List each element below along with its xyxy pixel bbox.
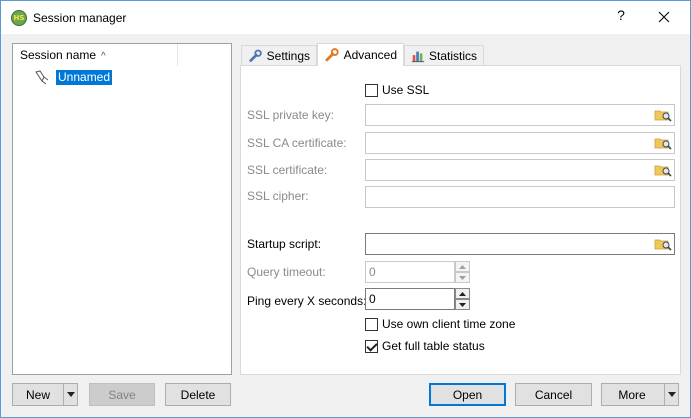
use-ssl-label: Use SSL (382, 83, 430, 97)
ping-interval-up-button[interactable] (455, 288, 470, 299)
query-timeout-spinner (455, 261, 470, 283)
tree-node-unnamed[interactable]: Unnamed (33, 69, 113, 85)
tab-settings[interactable]: Settings (241, 45, 317, 66)
wrench-orange-icon (325, 48, 339, 62)
full-table-status-label: Get full table status (382, 339, 485, 353)
save-button[interactable]: Save (89, 383, 155, 406)
tree-header: Session name ^ (13, 44, 231, 66)
query-timeout-field[interactable]: 0 (365, 261, 455, 283)
ping-interval-down-button[interactable] (455, 299, 470, 310)
tab-statistics[interactable]: Statistics (404, 45, 484, 66)
ping-interval-label: Ping every X seconds: (247, 294, 367, 308)
ssl-cipher-field[interactable] (365, 186, 675, 208)
chevron-down-icon (66, 392, 75, 397)
cancel-button-label: Cancel (534, 387, 573, 402)
bar-chart-icon (411, 51, 425, 63)
use-own-timezone-checkbox-box[interactable] (365, 317, 378, 331)
column-header-label: Session name (20, 48, 97, 62)
arrow-up-icon (459, 291, 466, 296)
session-plug-icon (35, 70, 49, 85)
open-button-label: Open (452, 387, 483, 402)
more-button-label: More (618, 387, 646, 402)
chevron-down-icon (667, 392, 676, 397)
tab-settings-label: Settings (266, 49, 310, 63)
help-button[interactable]: ? (613, 7, 629, 27)
query-timeout-up-button[interactable] (455, 261, 470, 272)
query-timeout-value: 0 (369, 265, 376, 279)
use-ssl-checkbox[interactable]: Use SSL (365, 83, 429, 97)
ssl-cipher-label: SSL cipher: (247, 189, 309, 203)
ssl-private-key-label: SSL private key: (247, 108, 334, 122)
delete-button-label: Delete (180, 387, 216, 402)
close-button[interactable] (649, 5, 679, 29)
title-bar: HS Session manager ? (1, 1, 690, 34)
heidisql-app-icon: HS (11, 10, 27, 26)
new-button[interactable]: New (12, 383, 78, 406)
startup-script-field[interactable] (365, 233, 675, 255)
full-table-status-checkbox-box[interactable] (365, 339, 378, 353)
open-button[interactable]: Open (429, 383, 506, 406)
query-timeout-down-button[interactable] (455, 272, 470, 283)
delete-button[interactable]: Delete (165, 383, 231, 406)
arrow-down-icon (459, 302, 466, 307)
session-tree[interactable]: Session name ^ Unnamed (12, 43, 232, 375)
query-timeout-label: Query timeout: (247, 265, 326, 279)
close-icon (658, 11, 670, 23)
arrow-down-icon (459, 275, 466, 280)
save-button-label: Save (108, 387, 136, 402)
tree-node-label: Unnamed (56, 69, 113, 85)
tab-advanced-label: Advanced (343, 48, 397, 62)
tab-statistics-label: Statistics (428, 49, 477, 63)
session-name-column-header[interactable]: Session name ^ (13, 44, 178, 66)
ping-interval-spinner (455, 288, 470, 310)
use-own-timezone-label: Use own client time zone (382, 317, 516, 331)
wrench-icon (249, 49, 262, 62)
use-own-timezone-checkbox[interactable]: Use own client time zone (365, 317, 515, 331)
ssl-private-key-field[interactable] (365, 104, 675, 126)
advanced-tab-panel: Use SSL SSL private key: SSL CA certific… (240, 65, 681, 375)
more-dropdown-button[interactable] (664, 384, 678, 405)
ping-interval-field[interactable]: 0 (365, 288, 455, 310)
browse-folder-icon[interactable] (654, 107, 672, 123)
startup-script-label: Startup script: (247, 237, 322, 251)
ssl-certificate-field[interactable] (365, 159, 675, 181)
browse-folder-icon[interactable] (654, 135, 672, 151)
ping-interval-value: 0 (369, 292, 376, 306)
cancel-button[interactable]: Cancel (515, 383, 592, 406)
browse-folder-icon[interactable] (654, 162, 672, 178)
more-button[interactable]: More (601, 383, 679, 406)
full-table-status-checkbox[interactable]: Get full table status (365, 339, 485, 353)
session-manager-window: HS Session manager ? Session name ^ Unnam… (0, 0, 691, 418)
ssl-ca-certificate-field[interactable] (365, 132, 675, 154)
tab-advanced[interactable]: Advanced (317, 43, 404, 66)
new-button-label: New (25, 387, 50, 402)
ssl-ca-certificate-label: SSL CA certificate: (247, 136, 347, 150)
new-dropdown-button[interactable] (63, 384, 77, 405)
sort-ascending-icon: ^ (101, 51, 106, 62)
window-title: Session manager (33, 11, 127, 25)
use-ssl-checkbox-box[interactable] (365, 83, 378, 97)
ssl-certificate-label: SSL certificate: (247, 163, 328, 177)
arrow-up-icon (459, 264, 466, 269)
tab-control: Settings Advanced Statistics Use SSL SSL… (240, 43, 681, 375)
browse-folder-icon[interactable] (654, 236, 672, 252)
